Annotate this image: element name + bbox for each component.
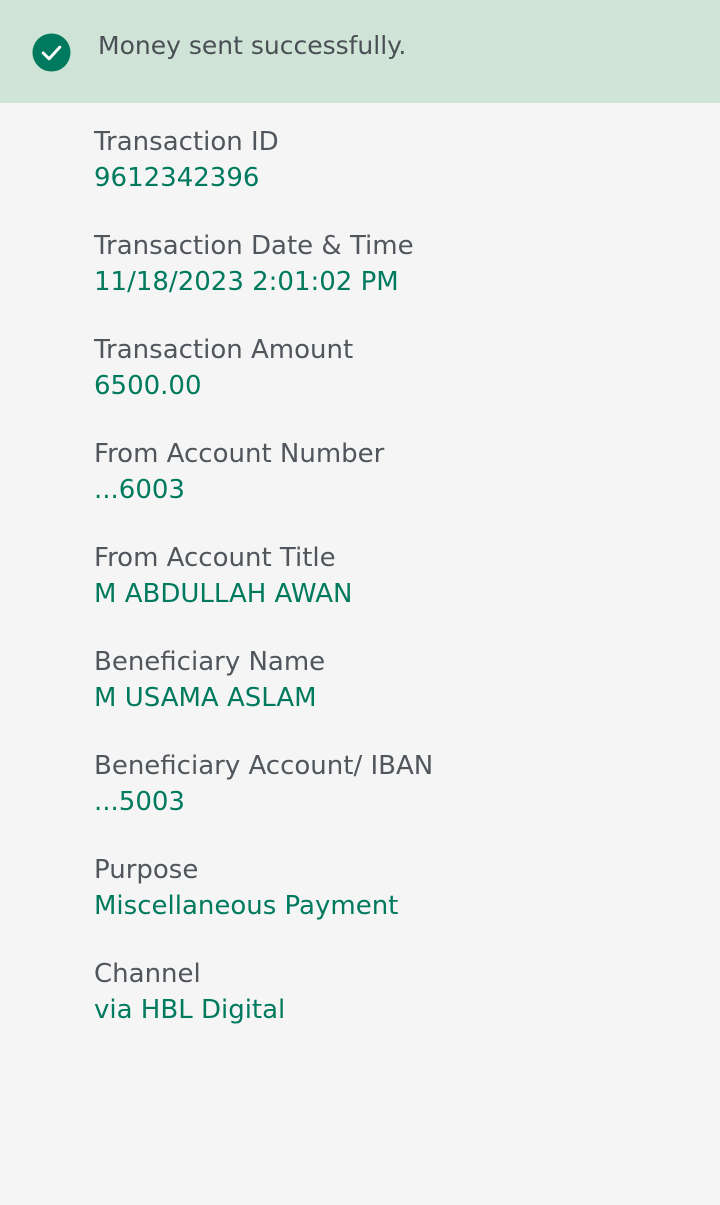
field-value: ...6003 (94, 475, 185, 505)
field-beneficiary-account-iban: Beneficiary Account/ IBAN ...5003 (94, 748, 694, 852)
field-transaction-id: Transaction ID 9612342396 (94, 124, 694, 228)
field-value: 6500.00 (94, 371, 202, 401)
field-channel: Channel via HBL Digital (94, 956, 694, 1060)
field-from-account-number: From Account Number ...6003 (94, 436, 694, 540)
check-circle-icon (32, 33, 71, 72)
field-purpose: Purpose Miscellaneous Payment (94, 852, 694, 956)
field-value: ...5003 (94, 787, 185, 817)
field-label: Purpose (94, 855, 199, 885)
field-beneficiary-name: Beneficiary Name M USAMA ASLAM (94, 644, 694, 748)
success-message: Money sent successfully. (98, 31, 407, 60)
field-label: Channel (94, 959, 201, 989)
field-label: Beneficiary Account/ IBAN (94, 751, 434, 781)
field-label: Beneficiary Name (94, 647, 326, 677)
field-value: Miscellaneous Payment (94, 891, 399, 921)
field-transaction-amount: Transaction Amount 6500.00 (94, 332, 694, 436)
field-label: Transaction Amount (94, 335, 354, 365)
field-value: 11/18/2023 2:01:02 PM (94, 267, 399, 297)
field-from-account-title: From Account Title M ABDULLAH AWAN (94, 540, 694, 644)
success-banner: Money sent successfully. (0, 0, 720, 103)
field-label: From Account Number (94, 439, 385, 469)
field-value: 9612342396 (94, 163, 260, 193)
field-value: M USAMA ASLAM (94, 683, 317, 713)
field-value: via HBL Digital (94, 995, 286, 1025)
field-label: From Account Title (94, 543, 336, 573)
field-label: Transaction ID (94, 127, 279, 157)
transaction-details: Transaction ID 9612342396 Transaction Da… (94, 124, 694, 1060)
field-transaction-date-time: Transaction Date & Time 11/18/2023 2:01:… (94, 228, 694, 332)
field-value: M ABDULLAH AWAN (94, 579, 353, 609)
field-label: Transaction Date & Time (94, 231, 414, 261)
